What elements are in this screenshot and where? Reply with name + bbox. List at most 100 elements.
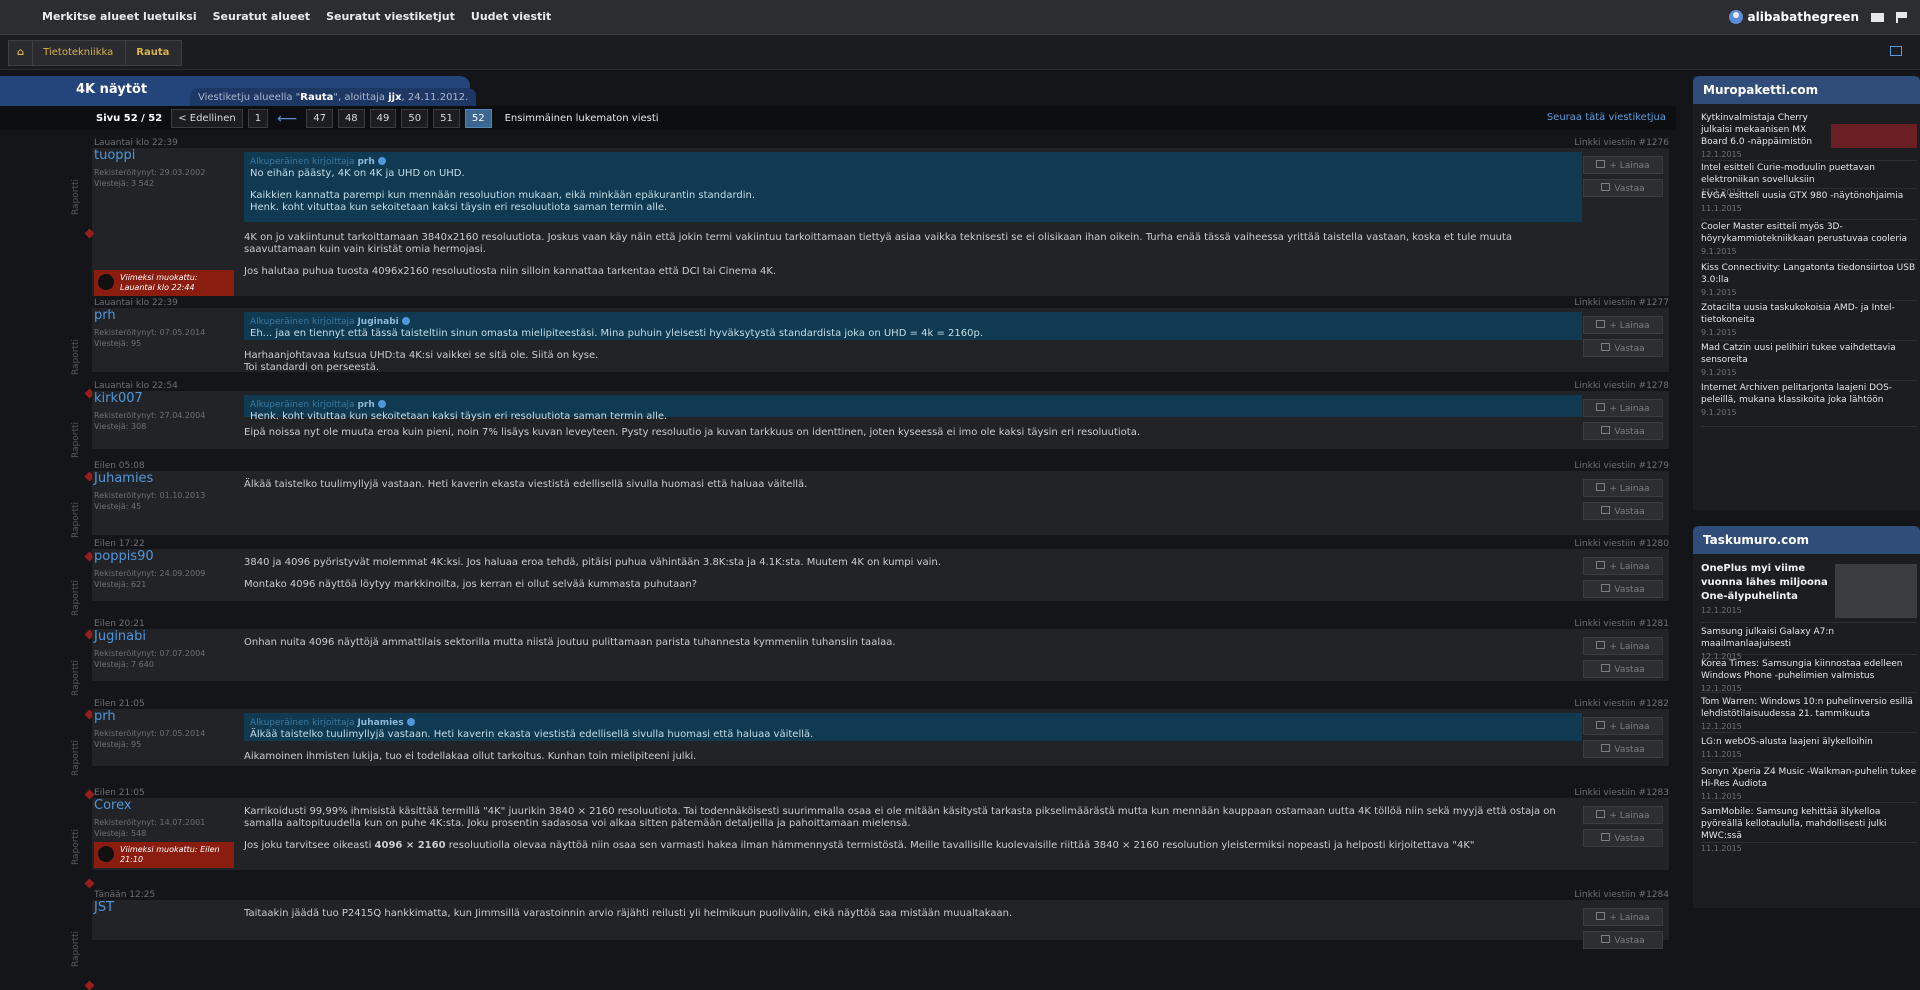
post-author[interactable]: prh [94,308,116,323]
widget-title[interactable]: Taskumuro.com [1693,526,1920,554]
post-permalink[interactable]: Linkki viestiin #1276 [1574,138,1669,148]
quote-button[interactable]: + Lainaa [1583,316,1663,334]
report-tab[interactable]: Raportti [71,495,95,562]
news-title[interactable]: Zotacilta uusia taskukokoisia AMD- ja In… [1701,302,1917,326]
reply-button[interactable]: Vastaa [1583,931,1663,949]
page-52-button[interactable]: 52 [464,109,492,128]
news-item[interactable]: Samsung julkaisi Galaxy A7:n maailmanlaa… [1701,626,1917,661]
report-tab[interactable]: Raportti [71,733,95,800]
widget-title[interactable]: Muropaketti.com [1693,76,1920,104]
report-tab[interactable]: Raportti [71,573,95,640]
first-unread-link[interactable]: Ensimmäinen lukematon viesti [505,113,659,124]
page-50-button[interactable]: 50 [401,109,429,128]
news-title[interactable]: Cooler Master esitteli myös 3D-höyrykamm… [1701,221,1917,245]
flag-icon[interactable] [1896,11,1908,23]
quote-author[interactable]: Juhamies [357,718,403,728]
nav-followed-areas[interactable]: Seuratut alueet [205,0,318,34]
follow-thread-link[interactable]: Seuraa tätä viestiketjua [1547,112,1666,123]
mail-icon[interactable] [1871,12,1884,22]
reply-button[interactable]: Vastaa [1583,829,1663,847]
page-51-button[interactable]: 51 [433,109,460,128]
page-1-button[interactable]: 1 [247,109,269,128]
news-item[interactable]: Kytkinvalmistaja Cherry julkaisi mekaani… [1701,112,1917,161]
report-tab[interactable]: Raportti [71,415,95,482]
quote-arrow-icon[interactable] [377,400,386,408]
quote-button[interactable]: + Lainaa [1583,399,1663,417]
user-menu[interactable]: alibabathegreen [1728,10,1859,24]
news-item[interactable]: Zotacilta uusia taskukokoisia AMD- ja In… [1701,302,1917,341]
news-title[interactable]: Kytkinvalmistaja Cherry julkaisi mekaani… [1701,112,1826,148]
nav-mark-read[interactable]: Merkitse alueet luetuiksi [34,0,205,34]
news-title[interactable]: Samsung julkaisi Galaxy A7:n maailmanlaa… [1701,626,1917,650]
post-author[interactable]: kirk007 [94,391,143,406]
page-49-button[interactable]: 49 [369,109,397,128]
quote-button[interactable]: + Lainaa [1583,908,1663,926]
news-title[interactable]: Kiss Connectivity: Langatonta tiedonsiir… [1701,262,1917,286]
crumb-rauta[interactable]: Rauta [125,40,183,66]
post-author[interactable]: Corex [94,798,132,813]
news-title[interactable]: Mad Catzin uusi pelihiiri tukee vaihdett… [1701,342,1917,366]
post-permalink[interactable]: Linkki viestiin #1283 [1574,788,1669,798]
post-author[interactable]: tuoppi [94,148,135,163]
thread-info-author[interactable]: jjx [388,92,401,103]
news-item[interactable]: SamMobile: Samsung kehittää älykelloa py… [1701,806,1917,853]
crumb-tietotekniikka[interactable]: Tietotekniikka [32,40,127,66]
post-permalink[interactable]: Linkki viestiin #1281 [1574,619,1669,629]
quote-button[interactable]: + Lainaa [1583,637,1663,655]
page-48-button[interactable]: 48 [337,109,365,128]
news-item[interactable]: Sonyn Xperia Z4 Music -Walkman-puhelin t… [1701,766,1917,803]
post-author[interactable]: Juginabi [94,629,146,644]
news-item[interactable]: Internet Archiven pelitarjonta laajeni D… [1701,382,1917,427]
quote-author[interactable]: prh [357,400,374,410]
post-permalink[interactable]: Linkki viestiin #1277 [1574,298,1669,308]
quote-arrow-icon[interactable] [377,157,386,165]
quote-arrow-icon[interactable] [401,317,410,325]
quote-button[interactable]: + Lainaa [1583,479,1663,497]
news-title[interactable]: Sonyn Xperia Z4 Music -Walkman-puhelin t… [1701,766,1917,790]
post-permalink[interactable]: Linkki viestiin #1278 [1574,381,1669,391]
thread-info-area[interactable]: Rauta [300,92,333,103]
news-thumbnail[interactable] [1835,564,1917,618]
reply-button[interactable]: Vastaa [1583,339,1663,357]
news-title[interactable]: EVGA esitteli uusia GTX 980 -näytönohjai… [1701,190,1917,202]
quote-arrow-icon[interactable] [406,718,415,726]
nav-new-posts[interactable]: Uudet viestit [463,0,559,34]
collapse-icon[interactable] [1890,46,1902,56]
news-item[interactable]: Cooler Master esitteli myös 3D-höyrykamm… [1701,221,1917,260]
prev-page-button[interactable]: < Edellinen [171,109,243,128]
report-tab[interactable]: Raportti [71,172,95,239]
news-item[interactable]: Korea Times: Samsungia kiinnostaa edelle… [1701,658,1917,693]
post-author[interactable]: poppis90 [94,549,154,564]
quote-author[interactable]: Juginabi [357,317,398,327]
report-tab[interactable]: Raportti [71,653,95,720]
news-title[interactable]: Tom Warren: Windows 10:n puhelinversio e… [1701,696,1917,720]
post-author[interactable]: Juhamies [94,471,153,486]
news-item[interactable]: Mad Catzin uusi pelihiiri tukee vaihdett… [1701,342,1917,381]
quote-author[interactable]: prh [357,157,374,167]
post-permalink[interactable]: Linkki viestiin #1282 [1574,699,1669,709]
news-item[interactable]: EVGA esitteli uusia GTX 980 -näytönohjai… [1701,190,1917,220]
reply-button[interactable]: Vastaa [1583,740,1663,758]
news-title[interactable]: Intel esitteli Curie-moduulin puettavan … [1701,162,1917,186]
quote-button[interactable]: + Lainaa [1583,557,1663,575]
quote-button[interactable]: + Lainaa [1583,156,1663,174]
news-item[interactable]: OnePlus myi viime vuonna lähes miljoona … [1701,562,1917,623]
report-tab[interactable]: Raportti [71,924,95,990]
post-permalink[interactable]: Linkki viestiin #1280 [1574,539,1669,549]
report-tab[interactable]: Raportti [71,332,95,399]
reply-button[interactable]: Vastaa [1583,179,1663,197]
report-tab[interactable]: Raportti [71,822,95,889]
news-item[interactable]: Tom Warren: Windows 10:n puhelinversio e… [1701,696,1917,733]
news-title[interactable]: Korea Times: Samsungia kiinnostaa edelle… [1701,658,1917,682]
quote-button[interactable]: + Lainaa [1583,806,1663,824]
news-item[interactable]: LG:n webOS-alusta laajeni älykelloihin 11… [1701,736,1917,763]
news-title[interactable]: OnePlus myi viime vuonna lähes miljoona … [1701,562,1831,604]
reply-button[interactable]: Vastaa [1583,502,1663,520]
news-title[interactable]: SamMobile: Samsung kehittää älykelloa py… [1701,806,1917,842]
quote-button[interactable]: + Lainaa [1583,717,1663,735]
news-item[interactable]: Kiss Connectivity: Langatonta tiedonsiir… [1701,262,1917,301]
post-author[interactable]: prh [94,709,116,724]
home-icon[interactable]: ⌂ [8,40,34,66]
post-permalink[interactable]: Linkki viestiin #1284 [1574,890,1669,900]
reply-button[interactable]: Vastaa [1583,580,1663,598]
